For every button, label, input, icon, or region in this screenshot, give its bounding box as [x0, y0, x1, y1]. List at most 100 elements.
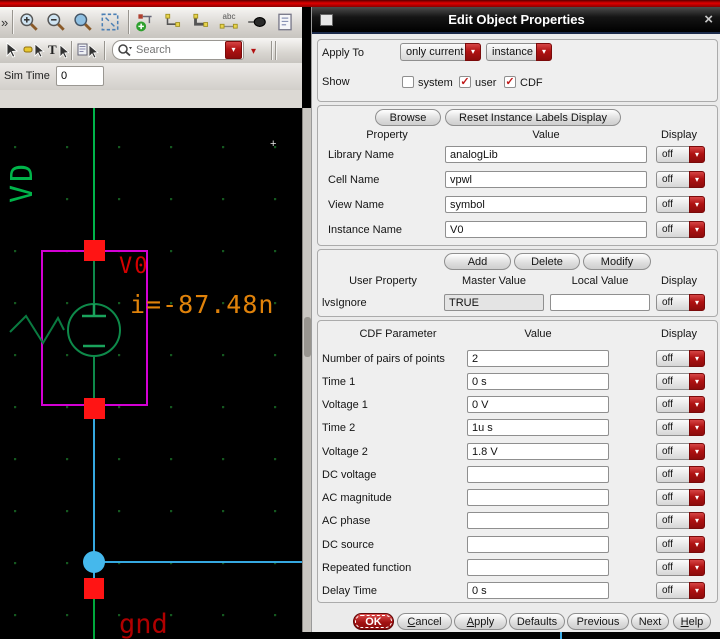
library-name-input[interactable]	[445, 146, 647, 163]
create-note-icon[interactable]	[273, 10, 297, 34]
canvas-vertical-scrollbar[interactable]	[302, 108, 311, 632]
modify-button[interactable]: Modify	[583, 253, 651, 270]
delete-button[interactable]: Delete	[514, 253, 580, 270]
zoom-to-selected-icon[interactable]	[71, 10, 95, 34]
checkbox-cdf[interactable]: ✓	[504, 76, 516, 88]
cancel-button[interactable]: Cancel	[397, 613, 452, 630]
dc-source-input[interactable]	[467, 536, 609, 553]
time1-input[interactable]	[467, 373, 609, 390]
search-options-caret-icon[interactable]: ▾	[251, 46, 256, 57]
cdf-row-label: Delay Time	[322, 585, 377, 597]
repeated-function-input[interactable]	[467, 559, 609, 576]
sim-time-input[interactable]	[56, 66, 104, 86]
help-button[interactable]: Help	[673, 613, 711, 630]
scrollbar-thumb[interactable]	[304, 317, 311, 357]
cdf-row-label: Voltage 1	[322, 399, 368, 411]
time2-display-dropdown[interactable]: off▾	[656, 419, 705, 436]
view-name-display-dropdown[interactable]: off▾	[656, 196, 705, 213]
dc-voltage-input[interactable]	[467, 466, 609, 483]
ac-magnitude-input[interactable]	[467, 489, 609, 506]
checkbox-user[interactable]: ✓	[459, 76, 471, 88]
instance-name-display-dropdown[interactable]: off▾	[656, 221, 705, 238]
fit-to-window-icon[interactable]	[98, 10, 122, 34]
delay-time-display-dropdown[interactable]: off▾	[656, 582, 705, 599]
cdf-row-label: Number of pairs of points	[322, 353, 445, 365]
ground-net-label[interactable]: gnd	[119, 609, 168, 639]
user-property-header: User Property	[328, 275, 438, 287]
defaults-button[interactable]: Defaults	[509, 613, 565, 630]
view-name-input[interactable]	[445, 196, 647, 213]
ac-phase-display-dropdown[interactable]: off▾	[656, 512, 705, 529]
chevron-down-icon: ▾	[689, 171, 705, 188]
browse-button[interactable]: Browse	[375, 109, 441, 126]
schematic-canvas[interactable]: VD V0 i=-87.48n gnd +	[0, 108, 302, 639]
close-icon[interactable]: ×	[704, 11, 713, 28]
voltage2-input[interactable]	[467, 443, 609, 460]
net-label-vd[interactable]: VD	[5, 161, 40, 203]
solder-dot[interactable]	[83, 551, 105, 573]
lvsignore-local-value[interactable]	[550, 294, 650, 311]
ok-button[interactable]: OK	[353, 613, 394, 630]
probe-cursor-icon[interactable]	[22, 39, 46, 63]
pin-plus-selected[interactable]	[84, 240, 105, 261]
lvsignore-master-value[interactable]	[444, 294, 544, 311]
current-annotation[interactable]: i=-87.48n	[130, 290, 274, 319]
apply-to-target-dropdown[interactable]: instance▾	[486, 43, 552, 61]
num-pairs-input[interactable]	[467, 350, 609, 367]
checkbox-cdf-label: CDF	[520, 77, 543, 89]
cdf-parameters-group: CDF Parameter Value Display Number of pa…	[317, 320, 718, 603]
apply-button[interactable]: Apply	[454, 613, 507, 630]
zoom-in-icon[interactable]	[17, 10, 41, 34]
voltage1-input[interactable]	[467, 396, 609, 413]
chevron-down-icon: ▾	[689, 146, 705, 163]
create-wide-wire-icon[interactable]	[189, 10, 213, 34]
dialog-titlebar[interactable]: Edit Object Properties ×	[312, 7, 720, 34]
voltage1-display-dropdown[interactable]: off▾	[656, 396, 705, 413]
time2-input[interactable]	[467, 419, 609, 436]
num-pairs-display-dropdown[interactable]: off▾	[656, 350, 705, 367]
library-name-display-dropdown[interactable]: off▾	[656, 146, 705, 163]
ac-phase-input[interactable]	[467, 512, 609, 529]
dc-source-display-dropdown[interactable]: off▾	[656, 536, 705, 553]
chevron-down-icon: ▾	[689, 466, 705, 483]
dc-voltage-display-dropdown[interactable]: off▾	[656, 466, 705, 483]
apply-to-scope-dropdown[interactable]: only current▾	[400, 43, 481, 61]
properties-cursor-icon[interactable]	[76, 39, 100, 63]
text-cursor-icon[interactable]: T	[46, 39, 70, 63]
pin-gnd-selected[interactable]	[84, 578, 104, 599]
local-value-header: Local Value	[550, 275, 650, 287]
create-wire-name-icon[interactable]: abc	[217, 10, 241, 34]
create-pin-icon[interactable]	[245, 10, 269, 34]
create-node-icon[interactable]	[133, 10, 157, 34]
cdf-row-label: Time 1	[322, 376, 355, 388]
next-button[interactable]: Next	[631, 613, 669, 630]
toolbar-row-view: » abc	[0, 7, 302, 38]
select-cursor-icon[interactable]	[0, 39, 24, 63]
reset-instance-labels-button[interactable]: Reset Instance Labels Display	[445, 109, 621, 126]
repeated-function-display-dropdown[interactable]: off▾	[656, 559, 705, 576]
chevron-down-icon: ▾	[689, 582, 705, 599]
lvsignore-display-dropdown[interactable]: off▾	[656, 294, 705, 311]
cell-name-display-dropdown[interactable]: off▾	[656, 171, 705, 188]
search-go-dropdown[interactable]: ▾	[225, 41, 242, 59]
cell-name-input[interactable]	[445, 171, 647, 188]
instance-name-input[interactable]	[445, 221, 647, 238]
ac-magnitude-display-dropdown[interactable]: off▾	[656, 489, 705, 506]
time1-display-dropdown[interactable]: off▾	[656, 373, 705, 390]
toolbar-overflow-chevron[interactable]: »	[1, 15, 8, 30]
zoom-out-icon[interactable]	[44, 10, 68, 34]
search-input[interactable]	[133, 44, 225, 56]
pin-minus-selected[interactable]	[84, 398, 105, 419]
chevron-down-icon: ▾	[689, 350, 705, 367]
checkbox-system[interactable]: ✓	[402, 76, 414, 88]
dialog-body: Apply To only current▾ instance▾ Show ✓ …	[312, 36, 720, 632]
previous-button[interactable]: Previous	[567, 613, 629, 630]
delay-time-input[interactable]	[467, 582, 609, 599]
instance-label-v0[interactable]: V0	[119, 254, 150, 279]
virtuoso-app: » abc	[0, 0, 720, 639]
add-button[interactable]: Add	[444, 253, 511, 270]
voltage2-display-dropdown[interactable]: off▾	[656, 443, 705, 460]
search-icon	[117, 43, 133, 57]
create-narrow-wire-icon[interactable]	[161, 10, 185, 34]
chevron-down-icon: ▾	[689, 559, 705, 576]
